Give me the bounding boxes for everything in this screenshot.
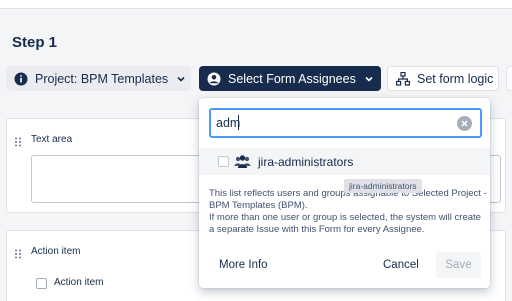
info-circle-icon xyxy=(14,72,28,86)
tab-set-form-logic[interactable]: Set form logic xyxy=(387,66,499,91)
page-title: Step 1 xyxy=(12,34,58,51)
more-info-link[interactable]: More Info xyxy=(219,259,268,271)
drag-handle-icon[interactable] xyxy=(14,246,22,259)
option-checkbox[interactable] xyxy=(218,156,229,167)
tab-select-form-assignees[interactable]: Select Form Assignees xyxy=(199,66,381,91)
action-item-option-label: Action item xyxy=(54,277,104,288)
action-item-checkbox[interactable] xyxy=(36,278,47,289)
sitemap-icon xyxy=(396,71,410,86)
option-label: jira-administrators xyxy=(258,155,354,169)
tab-project[interactable]: Project: BPM Templates xyxy=(6,66,191,91)
tab-logic-label: Set form logic xyxy=(417,71,494,86)
search-value: adm xyxy=(216,116,241,130)
cancel-button[interactable]: Cancel xyxy=(383,259,419,271)
clear-circle-icon[interactable] xyxy=(457,116,472,131)
chevron-down-icon xyxy=(364,74,374,84)
tab-more[interactable] xyxy=(506,66,512,91)
text-cursor xyxy=(238,115,239,130)
assignee-search-input[interactable]: adm xyxy=(209,108,482,138)
tab-project-label: Project: BPM Templates xyxy=(35,71,169,86)
tab-assignees-label: Select Form Assignees xyxy=(228,71,356,86)
user-avatar-icon xyxy=(207,72,221,86)
option-jira-administrators[interactable]: jira-administrators xyxy=(199,148,490,175)
assignee-info-text: This list reflects users and groups assi… xyxy=(209,188,487,235)
field-label-action-item: Action item xyxy=(31,246,81,257)
field-label-text-area: Text area xyxy=(31,134,73,145)
save-button[interactable]: Save xyxy=(436,252,481,278)
people-group-icon xyxy=(234,154,251,169)
chevron-down-icon xyxy=(176,74,186,84)
drag-handle-icon[interactable] xyxy=(14,134,22,147)
assignee-picker-popup: adm jira-administrators This list reflec… xyxy=(199,98,490,288)
tooltip: jira-administrators xyxy=(344,179,422,193)
top-bar xyxy=(0,0,512,9)
